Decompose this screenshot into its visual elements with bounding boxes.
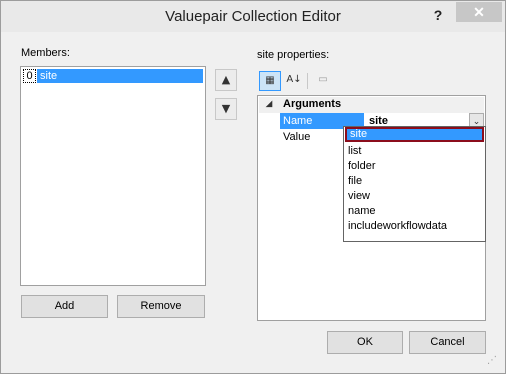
cancel-button[interactable]: Cancel xyxy=(409,331,486,354)
dropdown-option-name[interactable]: name xyxy=(345,204,484,219)
collection-editor-dialog: Valuepair Collection Editor ? ✕ Members:… xyxy=(0,0,506,374)
categorized-button[interactable]: ▦ xyxy=(259,71,281,91)
move-down-button[interactable]: ▼ xyxy=(215,98,237,120)
title-bar: Valuepair Collection Editor ? ✕ xyxy=(1,1,505,32)
alphabetical-sort-icon: A↓ xyxy=(286,74,302,85)
add-button[interactable]: Add xyxy=(21,295,108,318)
ok-button[interactable]: OK xyxy=(327,331,403,354)
property-pages-button[interactable]: ▭ xyxy=(312,71,334,91)
close-button[interactable]: ✕ xyxy=(456,2,502,22)
dropdown-option-site[interactable]: site xyxy=(345,127,484,142)
arrow-down-icon: ▼ xyxy=(221,102,231,115)
dropdown-option-view[interactable]: view xyxy=(345,189,484,204)
member-index: 0 xyxy=(23,69,36,83)
dropdown-option-folder[interactable]: folder xyxy=(345,159,484,174)
resize-grip-icon[interactable]: ⋰ xyxy=(487,355,497,366)
category-arguments[interactable]: ◢ Arguments xyxy=(259,97,484,113)
dropdown-option-file[interactable]: file xyxy=(345,174,484,189)
category-label: Arguments xyxy=(283,98,342,110)
chevron-down-icon: ⌄ xyxy=(472,116,481,126)
categorized-icon: ▦ xyxy=(265,75,275,86)
collapse-icon[interactable]: ◢ xyxy=(266,99,272,108)
property-pages-icon: ▭ xyxy=(318,74,328,85)
members-label: Members: xyxy=(21,47,70,59)
dropdown-option-includeworkflowdata[interactable]: includeworkflowdata xyxy=(345,219,484,234)
move-up-button[interactable]: ▲ xyxy=(215,69,237,91)
properties-label: site properties: xyxy=(257,49,330,61)
list-item[interactable]: 0 site xyxy=(23,69,203,83)
members-list[interactable]: 0 site xyxy=(20,66,206,286)
toolbar-separator xyxy=(307,73,308,89)
alphabetical-button[interactable]: A↓ xyxy=(283,71,305,91)
member-name: site xyxy=(37,69,203,83)
help-button[interactable]: ? xyxy=(425,5,451,25)
dropdown-list[interactable]: site list folder file view name includew… xyxy=(343,126,486,242)
dropdown-option-list[interactable]: list xyxy=(345,144,484,159)
remove-button[interactable]: Remove xyxy=(117,295,205,318)
arrow-up-icon: ▲ xyxy=(221,73,231,86)
